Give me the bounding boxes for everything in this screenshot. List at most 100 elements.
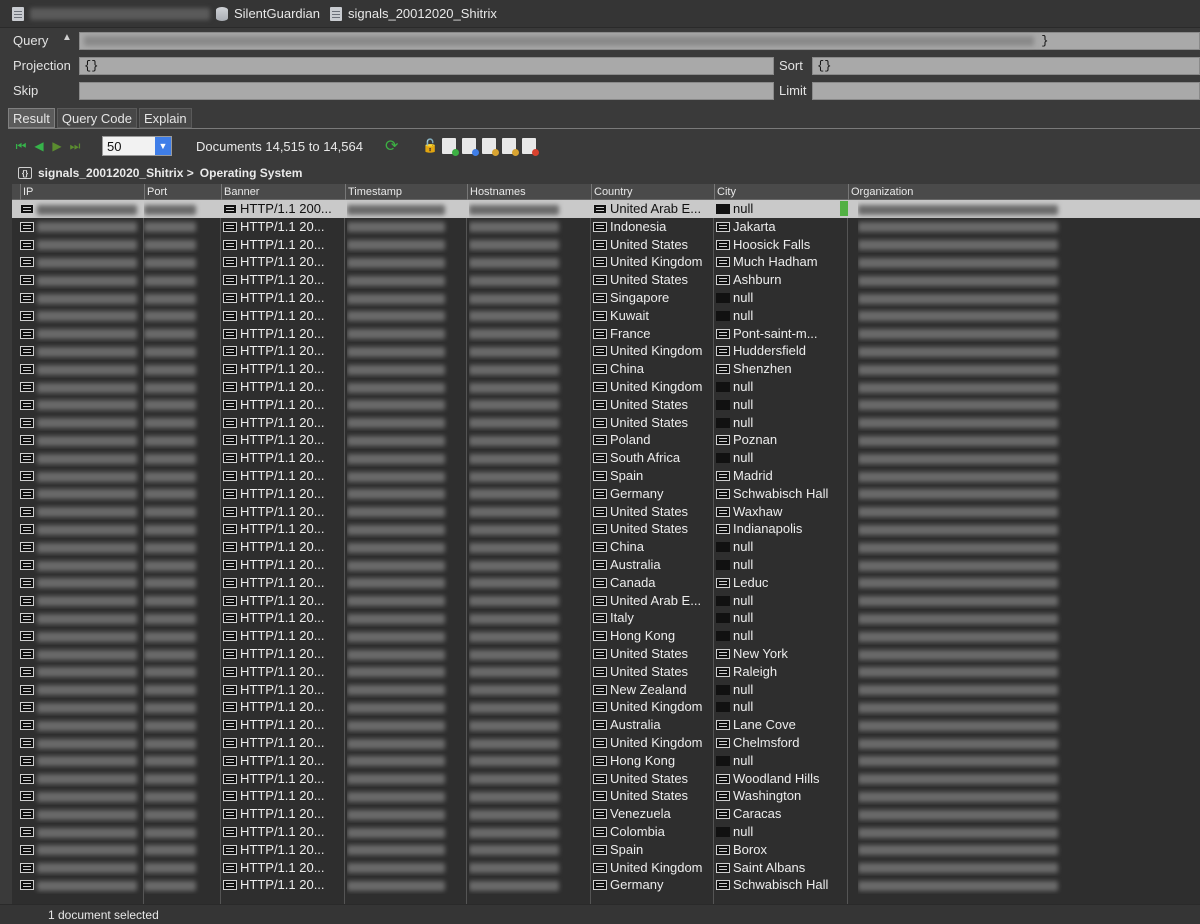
timestamp-cell[interactable] xyxy=(347,485,465,503)
table-row[interactable]: HTTP/1.1 20... United Kingdom Much Hadham xyxy=(12,253,1200,271)
table-row[interactable]: HTTP/1.1 20... Poland Poznan xyxy=(12,431,1200,449)
country-cell[interactable]: United States xyxy=(593,520,713,538)
city-cell[interactable]: Huddersfield xyxy=(716,342,838,360)
city-cell[interactable]: null xyxy=(716,396,838,414)
country-cell[interactable]: United States xyxy=(593,787,713,805)
ip-cell[interactable] xyxy=(20,289,142,307)
table-row[interactable]: HTTP/1.1 20... United Kingdom null xyxy=(12,698,1200,716)
city-cell[interactable]: Schwabisch Hall xyxy=(716,876,838,894)
banner-cell[interactable]: HTTP/1.1 20... xyxy=(223,734,345,752)
port-cell[interactable] xyxy=(144,449,219,467)
port-cell[interactable] xyxy=(144,770,219,788)
organization-cell[interactable] xyxy=(858,342,1188,360)
timestamp-cell[interactable] xyxy=(347,360,465,378)
hostnames-cell[interactable] xyxy=(469,823,589,841)
country-cell[interactable]: United Arab E... xyxy=(593,200,713,218)
timestamp-cell[interactable] xyxy=(347,752,465,770)
table-row[interactable]: HTTP/1.1 20... United Arab E... null xyxy=(12,592,1200,610)
banner-cell[interactable]: HTTP/1.1 20... xyxy=(223,485,345,503)
organization-cell[interactable] xyxy=(858,520,1188,538)
city-cell[interactable]: null xyxy=(716,556,838,574)
hostnames-cell[interactable] xyxy=(469,503,589,521)
collection-name[interactable]: signals_20012020_Shitrix xyxy=(348,6,497,21)
banner-cell[interactable]: HTTP/1.1 200... xyxy=(223,200,345,218)
port-cell[interactable] xyxy=(144,200,219,218)
page-size-select[interactable]: 50 ▼ xyxy=(102,136,172,156)
hostnames-cell[interactable] xyxy=(469,681,589,699)
breadcrumb-collection[interactable]: signals_20012020_Shitrix > xyxy=(38,166,194,180)
port-cell[interactable] xyxy=(144,396,219,414)
ip-cell[interactable] xyxy=(20,556,142,574)
table-row[interactable]: HTTP/1.1 20... United States New York xyxy=(12,645,1200,663)
column-header-city[interactable]: City xyxy=(714,184,838,200)
hostnames-cell[interactable] xyxy=(469,467,589,485)
hostnames-cell[interactable] xyxy=(469,734,589,752)
banner-cell[interactable]: HTTP/1.1 20... xyxy=(223,467,345,485)
ip-cell[interactable] xyxy=(20,627,142,645)
table-row[interactable]: HTTP/1.1 20... Australia Lane Cove xyxy=(12,716,1200,734)
organization-cell[interactable] xyxy=(858,414,1188,432)
timestamp-cell[interactable] xyxy=(347,787,465,805)
table-row[interactable]: HTTP/1.1 20... China null xyxy=(12,538,1200,556)
organization-cell[interactable] xyxy=(858,449,1188,467)
port-cell[interactable] xyxy=(144,307,219,325)
column-header-ip[interactable]: IP xyxy=(20,184,144,200)
port-cell[interactable] xyxy=(144,574,219,592)
timestamp-cell[interactable] xyxy=(347,592,465,610)
column-header-timestamp[interactable]: Timestamp xyxy=(345,184,467,200)
hostnames-cell[interactable] xyxy=(469,663,589,681)
hostnames-cell[interactable] xyxy=(469,752,589,770)
table-row[interactable]: HTTP/1.1 20... United States Indianapolis xyxy=(12,520,1200,538)
country-cell[interactable]: United Kingdom xyxy=(593,859,713,877)
timestamp-cell[interactable] xyxy=(347,734,465,752)
country-cell[interactable]: Colombia xyxy=(593,823,713,841)
country-cell[interactable]: Australia xyxy=(593,716,713,734)
city-cell[interactable]: Hoosick Falls xyxy=(716,236,838,254)
country-cell[interactable]: Singapore xyxy=(593,289,713,307)
organization-cell[interactable] xyxy=(858,236,1188,254)
column-header-country[interactable]: Country xyxy=(591,184,714,200)
hostnames-cell[interactable] xyxy=(469,574,589,592)
city-cell[interactable]: null xyxy=(716,627,838,645)
timestamp-cell[interactable] xyxy=(347,236,465,254)
column-header-banner[interactable]: Banner xyxy=(221,184,345,200)
column-header-organization[interactable]: Organization xyxy=(848,184,1200,200)
ip-cell[interactable] xyxy=(20,396,142,414)
timestamp-cell[interactable] xyxy=(347,396,465,414)
banner-cell[interactable]: HTTP/1.1 20... xyxy=(223,592,345,610)
city-cell[interactable]: Ashburn xyxy=(716,271,838,289)
country-cell[interactable]: China xyxy=(593,538,713,556)
hostnames-cell[interactable] xyxy=(469,218,589,236)
column-header-hostnames[interactable]: Hostnames xyxy=(467,184,591,200)
country-cell[interactable]: United States xyxy=(593,396,713,414)
banner-cell[interactable]: HTTP/1.1 20... xyxy=(223,538,345,556)
city-cell[interactable]: Waxhaw xyxy=(716,503,838,521)
hostnames-cell[interactable] xyxy=(469,396,589,414)
table-row[interactable]: HTTP/1.1 20... Colombia null xyxy=(12,823,1200,841)
timestamp-cell[interactable] xyxy=(347,556,465,574)
hostnames-cell[interactable] xyxy=(469,787,589,805)
organization-cell[interactable] xyxy=(858,770,1188,788)
city-cell[interactable]: Jakarta xyxy=(716,218,838,236)
table-row[interactable]: HTTP/1.1 20... New Zealand null xyxy=(12,681,1200,699)
organization-cell[interactable] xyxy=(858,627,1188,645)
city-cell[interactable]: null xyxy=(716,681,838,699)
timestamp-cell[interactable] xyxy=(347,467,465,485)
table-row[interactable]: HTTP/1.1 200... United Arab E... null xyxy=(12,200,1200,218)
lock-icon[interactable]: 🔓 xyxy=(422,138,438,154)
country-cell[interactable]: Poland xyxy=(593,431,713,449)
ip-cell[interactable] xyxy=(20,698,142,716)
banner-cell[interactable]: HTTP/1.1 20... xyxy=(223,823,345,841)
city-cell[interactable]: Leduc xyxy=(716,574,838,592)
timestamp-cell[interactable] xyxy=(347,574,465,592)
country-cell[interactable]: Indonesia xyxy=(593,218,713,236)
table-row[interactable]: HTTP/1.1 20... United Kingdom Chelmsford xyxy=(12,734,1200,752)
port-cell[interactable] xyxy=(144,734,219,752)
organization-cell[interactable] xyxy=(858,752,1188,770)
banner-cell[interactable]: HTTP/1.1 20... xyxy=(223,627,345,645)
port-cell[interactable] xyxy=(144,289,219,307)
table-row[interactable]: HTTP/1.1 20... Hong Kong null xyxy=(12,752,1200,770)
banner-cell[interactable]: HTTP/1.1 20... xyxy=(223,787,345,805)
ip-cell[interactable] xyxy=(20,752,142,770)
port-cell[interactable] xyxy=(144,592,219,610)
